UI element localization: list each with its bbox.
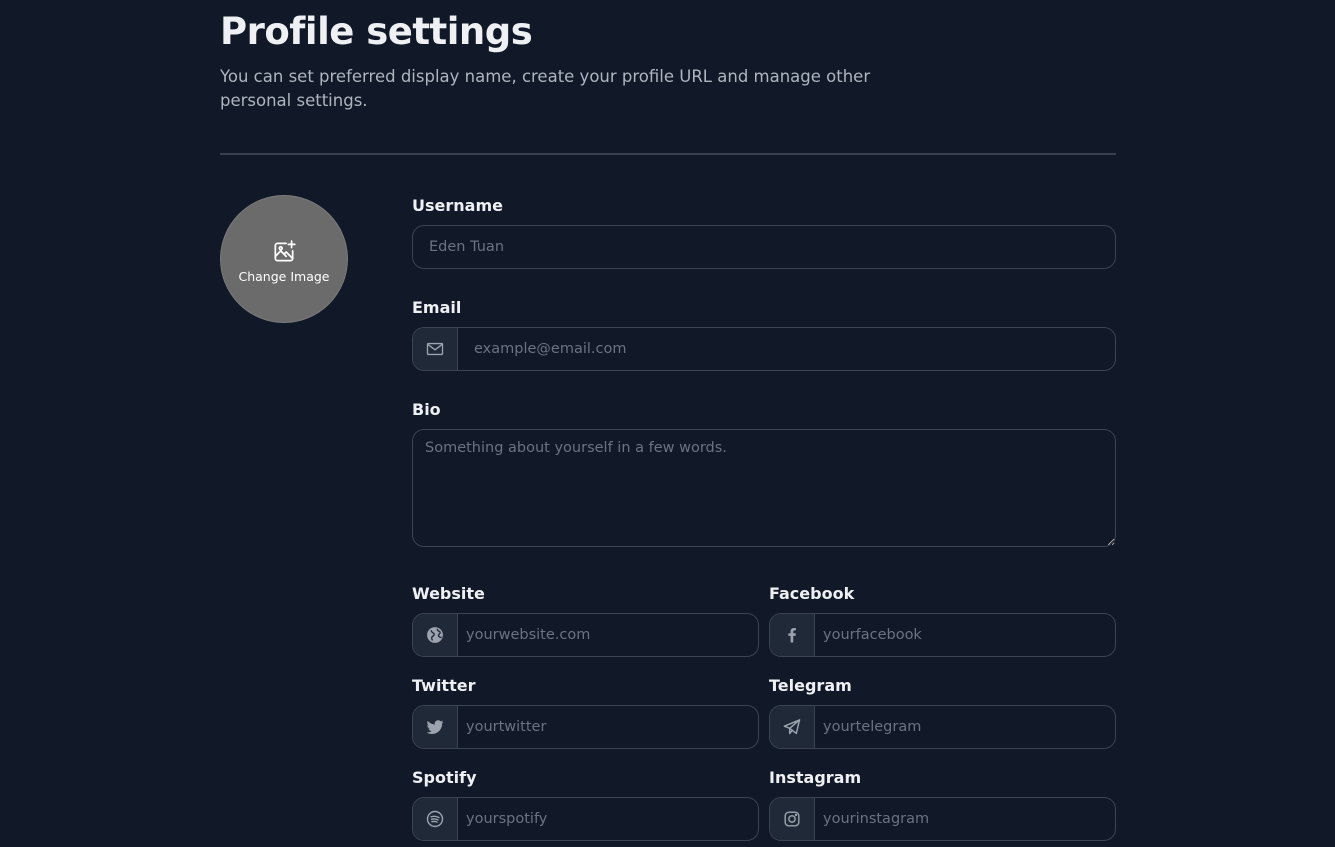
- spotify-addon: [413, 798, 458, 840]
- twitter-icon: [426, 720, 444, 734]
- facebook-label: Facebook: [769, 584, 855, 603]
- instagram-input[interactable]: [815, 798, 1115, 840]
- username-field: [412, 225, 1116, 269]
- facebook-addon: [770, 614, 815, 656]
- profile-settings-page: Profile settings You can set preferred d…: [0, 0, 1335, 847]
- email-label: Email: [412, 298, 462, 317]
- bio-label: Bio: [412, 400, 441, 419]
- email-addon: [413, 328, 458, 370]
- username-label: Username: [412, 196, 503, 215]
- telegram-addon: [770, 706, 815, 748]
- twitter-addon: [413, 706, 458, 748]
- instagram-field: [769, 797, 1116, 841]
- instagram-label: Instagram: [769, 768, 862, 787]
- change-image-button[interactable]: Change Image: [220, 195, 348, 323]
- page-subtitle: You can set preferred display name, crea…: [220, 67, 871, 110]
- email-input[interactable]: [458, 328, 1115, 370]
- email-field: [412, 327, 1116, 371]
- facebook-input[interactable]: [815, 614, 1115, 656]
- website-label: Website: [412, 584, 485, 603]
- twitter-label: Twitter: [412, 676, 476, 695]
- website-input[interactable]: [458, 614, 758, 656]
- website-field: [412, 613, 759, 657]
- mail-icon: [426, 342, 444, 356]
- instagram-icon: [784, 811, 800, 827]
- globe-icon: [427, 627, 443, 643]
- telegram-field: [769, 705, 1116, 749]
- twitter-field: [412, 705, 759, 749]
- bio-textarea[interactable]: [412, 429, 1116, 547]
- website-addon: [413, 614, 458, 656]
- change-image-label: Change Image: [238, 268, 330, 284]
- telegram-input[interactable]: [815, 706, 1115, 748]
- twitter-input[interactable]: [458, 706, 758, 748]
- image-plus-icon: [274, 239, 296, 262]
- spotify-input[interactable]: [458, 798, 758, 840]
- spotify-label: Spotify: [412, 768, 477, 787]
- spotify-field: [412, 797, 759, 841]
- telegram-label: Telegram: [769, 676, 852, 695]
- facebook-field: [769, 613, 1116, 657]
- telegram-icon: [783, 719, 801, 735]
- spotify-icon: [426, 810, 444, 828]
- username-input[interactable]: [413, 226, 1115, 268]
- facebook-icon: [788, 628, 796, 643]
- page-title: Profile settings: [220, 10, 533, 53]
- divider: [220, 153, 1116, 155]
- instagram-addon: [770, 798, 815, 840]
